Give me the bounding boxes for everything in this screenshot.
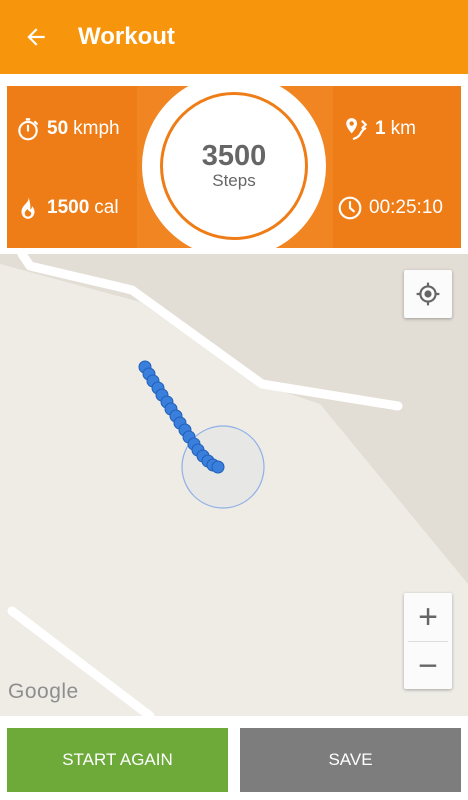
save-button[interactable]: SAVE (240, 728, 461, 792)
distance-value: 1 (375, 118, 386, 139)
map-land-area (0, 254, 468, 584)
back-button[interactable] (0, 0, 72, 74)
stopwatch-icon (15, 116, 41, 142)
zoom-controls: + − (404, 593, 452, 689)
my-location-button[interactable] (404, 270, 452, 318)
arrow-left-icon (27, 28, 45, 46)
speed-value: 50 (47, 118, 69, 139)
distance-stat: 1 km (343, 116, 416, 142)
steps-value: 3500 (201, 139, 267, 172)
speed-stat: 50 kmph (15, 116, 120, 142)
zoom-in-button[interactable]: + (404, 593, 452, 641)
duration-stat: 00:25:10 (337, 195, 443, 221)
workout-track (138, 360, 225, 474)
google-attribution: Google (8, 680, 79, 703)
distance-unit: km (390, 118, 416, 139)
page-title: Workout (78, 23, 175, 50)
zoom-out-button[interactable]: − (404, 642, 452, 690)
map-view[interactable] (0, 254, 468, 716)
clock-icon (337, 195, 363, 221)
start-again-button[interactable]: START AGAIN (7, 728, 228, 792)
workout-stats-panel: 50 kmph 1500 cal 1 km 00:25:10 3500 Step… (7, 86, 461, 248)
speed-unit: kmph (73, 118, 120, 139)
duration-value: 00:25:10 (369, 197, 443, 218)
crosshair-icon (416, 282, 440, 306)
steps-counter: 3500 Steps (160, 92, 308, 240)
route-pin-icon (343, 116, 369, 142)
map-canvas (0, 254, 468, 716)
calories-stat: 1500 cal (15, 195, 119, 221)
steps-label: Steps (212, 171, 256, 191)
calories-unit: cal (94, 197, 119, 218)
flame-icon (15, 195, 41, 221)
calories-value: 1500 (47, 197, 90, 218)
app-bar: Workout (0, 0, 468, 74)
